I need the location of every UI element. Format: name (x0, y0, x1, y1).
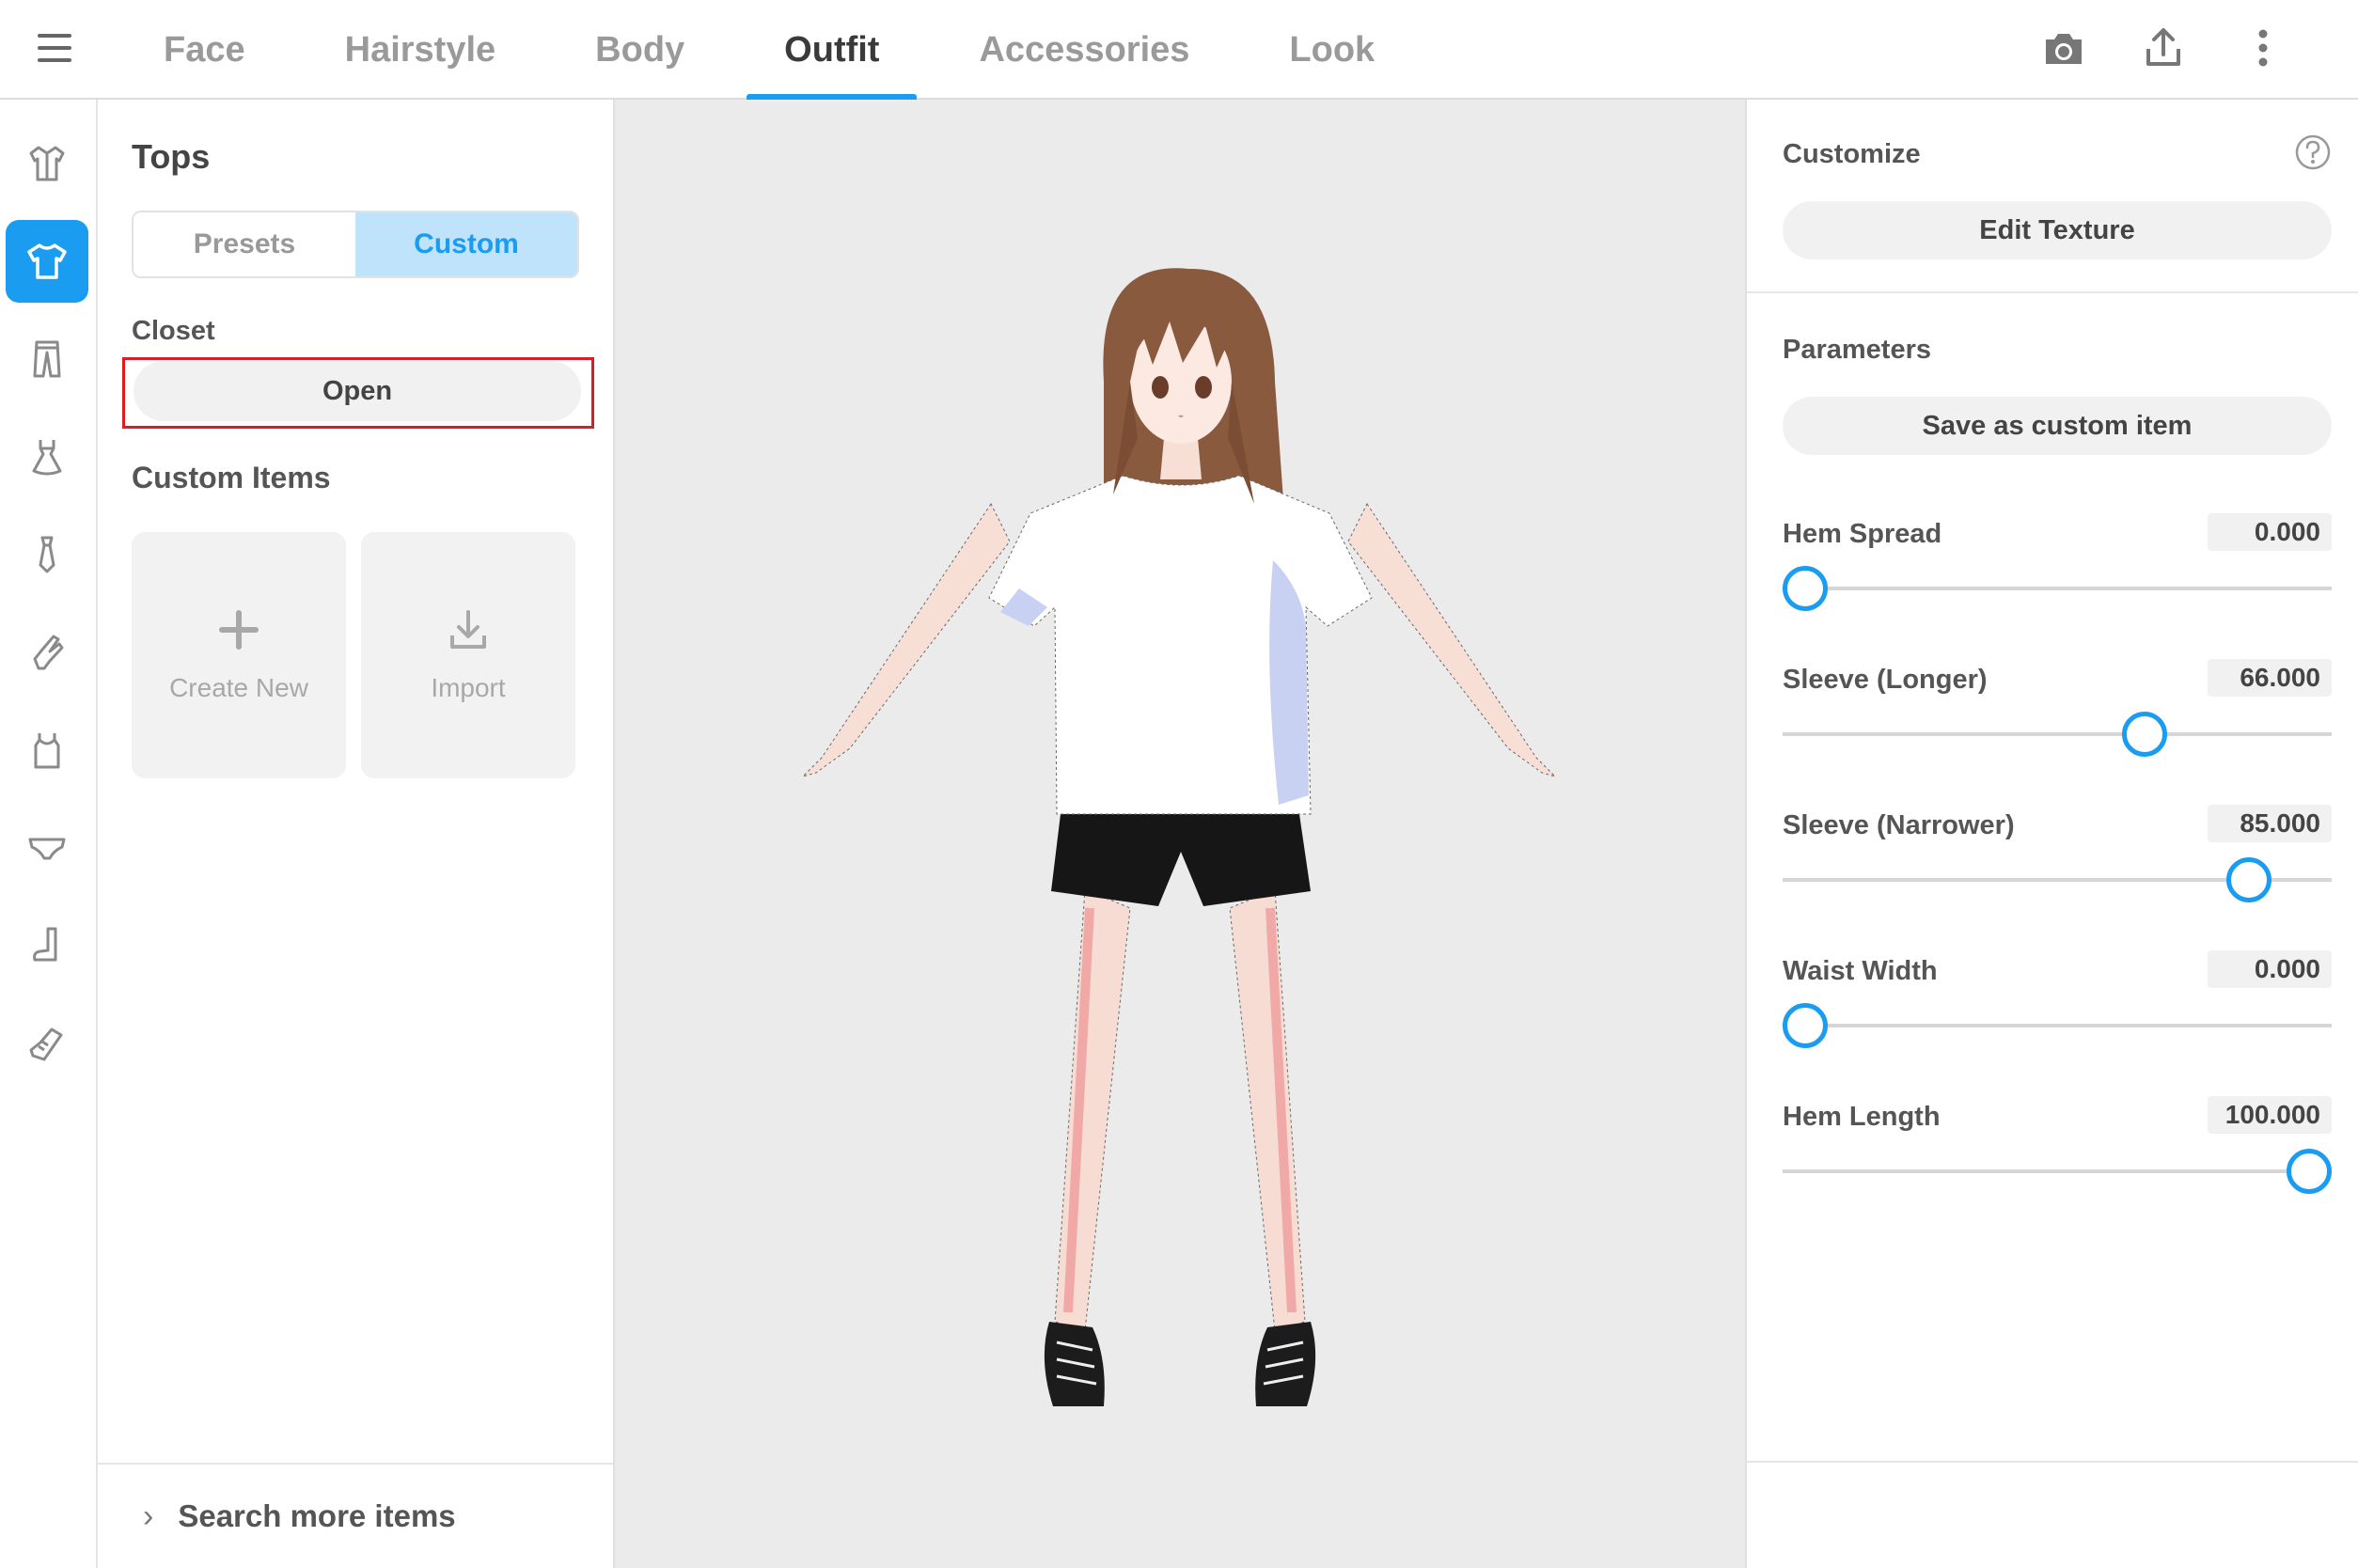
import-label: Import (431, 673, 506, 702)
param-label: Sleeve (Narrower) (1783, 810, 2015, 840)
top-bar: Face Hairstyle Body Outfit Accessories L… (0, 0, 2358, 102)
param-hem-length: Hem Length 100.000 (1783, 1096, 2332, 1209)
param-value-field[interactable]: 0.000 (2208, 513, 2332, 551)
help-icon[interactable] (2294, 133, 2332, 171)
customize-panel: Customize Edit Texture Parameters Save a… (1745, 100, 2358, 1568)
import-card[interactable]: Import (361, 532, 575, 778)
chevron-right-icon: › (143, 1497, 154, 1534)
slider-handle[interactable] (2122, 712, 2168, 757)
tops-panel: Tops Presets Custom Closet Open Custom I… (98, 100, 615, 1568)
parameters-title: Parameters (1783, 335, 1931, 365)
category-tabs: Face Hairstyle Body Outfit Accessories L… (126, 0, 1437, 102)
plus-icon (219, 610, 259, 650)
slider-handle[interactable] (1783, 566, 1828, 611)
slider-track[interactable] (1783, 587, 2332, 590)
param-label: Sleeve (Longer) (1783, 665, 1988, 695)
tank-top-icon[interactable] (6, 709, 88, 792)
closet-label: Closet (132, 316, 215, 346)
slider-handle[interactable] (1783, 1003, 1828, 1048)
tab-outfit[interactable]: Outfit (747, 0, 918, 102)
slider-handle[interactable] (2287, 1149, 2332, 1194)
customize-title: Customize (1783, 139, 1921, 169)
create-new-label: Create New (169, 673, 308, 702)
create-new-card[interactable]: Create New (132, 532, 346, 778)
highlight-annotation-box (122, 357, 594, 429)
presets-custom-toggle: Presets Custom (132, 211, 579, 278)
divider (1747, 291, 2358, 293)
custom-items-label: Custom Items (132, 461, 331, 494)
shoes-icon[interactable] (6, 1002, 88, 1085)
menu-icon[interactable] (38, 34, 71, 62)
param-value-field[interactable]: 100.000 (2208, 1096, 2332, 1134)
avatar-viewport[interactable] (615, 100, 1745, 1568)
panel-title: Tops (132, 137, 211, 176)
param-value-field[interactable]: 66.000 (2208, 659, 2332, 697)
more-vert-icon[interactable] (2240, 24, 2287, 71)
outerwear-icon[interactable] (6, 122, 88, 205)
download-icon (450, 610, 486, 649)
slider-track[interactable] (1783, 1024, 2332, 1027)
clothing-category-rail (0, 100, 98, 1568)
tab-accessories[interactable]: Accessories (941, 0, 1227, 100)
tshirt-icon[interactable] (6, 220, 88, 303)
search-more-label: Search more items (178, 1498, 456, 1533)
divider (1747, 1461, 2358, 1463)
socks-icon[interactable] (6, 904, 88, 987)
param-hem-spread: Hem Spread 0.000 (1783, 513, 2332, 626)
underwear-icon[interactable] (6, 807, 88, 889)
tab-face[interactable]: Face (126, 0, 283, 100)
param-label: Hem Length (1783, 1102, 1941, 1132)
param-sleeve-longer: Sleeve (Longer) 66.000 (1783, 659, 2332, 772)
presets-tab[interactable]: Presets (134, 212, 355, 276)
camera-icon[interactable] (2040, 24, 2087, 71)
slider-track[interactable] (1783, 1169, 2332, 1173)
param-sleeve-narrower: Sleeve (Narrower) 85.000 (1783, 805, 2332, 917)
pants-icon[interactable] (6, 318, 88, 400)
param-value-field[interactable]: 0.000 (2208, 950, 2332, 988)
avatar-model (801, 268, 1557, 1406)
tab-body[interactable]: Body (558, 0, 722, 100)
search-more-items[interactable]: › Search more items (98, 1463, 613, 1568)
share-icon[interactable] (2140, 24, 2187, 71)
tab-hairstyle[interactable]: Hairstyle (307, 0, 534, 100)
param-label: Hem Spread (1783, 519, 1942, 549)
slider-track[interactable] (1783, 732, 2332, 736)
tie-icon[interactable] (6, 513, 88, 596)
edit-texture-button[interactable]: Edit Texture (1783, 201, 2332, 259)
param-value-field[interactable]: 85.000 (2208, 805, 2332, 842)
custom-tab[interactable]: Custom (355, 212, 577, 276)
param-waist-width: Waist Width 0.000 (1783, 950, 2332, 1063)
gloves-icon[interactable] (6, 611, 88, 694)
slider-handle[interactable] (2226, 857, 2272, 902)
tab-look[interactable]: Look (1251, 0, 1412, 100)
dress-icon[interactable] (6, 416, 88, 498)
save-custom-item-button[interactable]: Save as custom item (1783, 397, 2332, 455)
param-label: Waist Width (1783, 956, 1938, 986)
